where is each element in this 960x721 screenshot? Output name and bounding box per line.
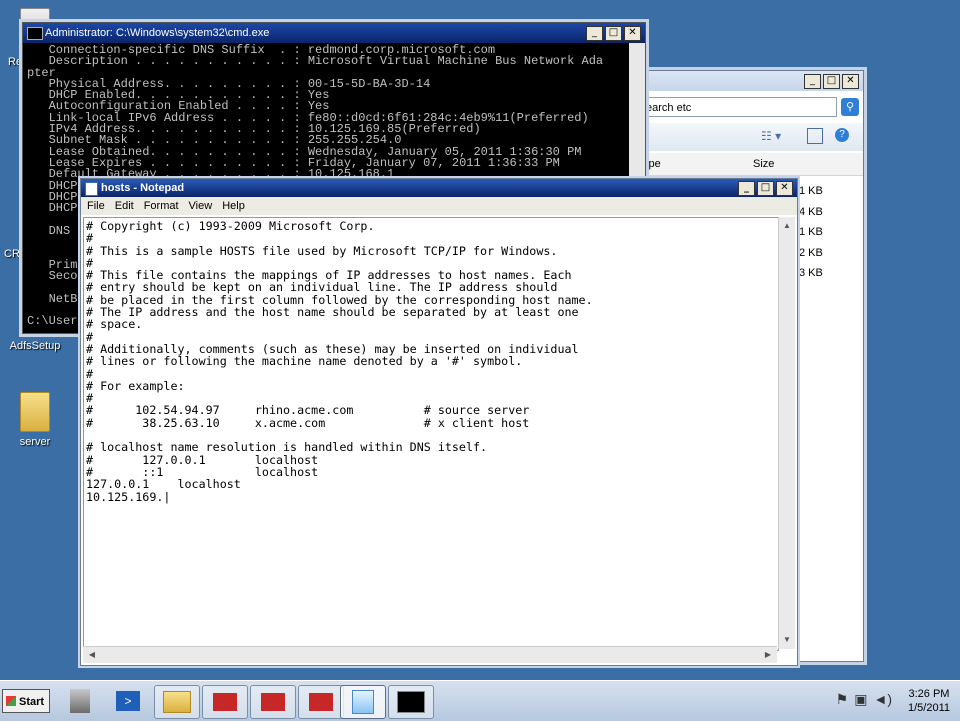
preview-pane-icon[interactable] [807,128,823,144]
file-size: 3 KB [799,267,823,279]
explorer-icon [163,691,191,713]
start-button[interactable]: Start [2,689,50,713]
menu-view[interactable]: View [189,200,213,212]
explorer-titlebar[interactable]: _ □ ✕ [621,71,863,91]
explorer-search-input[interactable]: earch etc [621,97,837,117]
network-icon[interactable]: ▣ [854,691,867,708]
desktop-icon-label: AdfsSetup [9,340,61,352]
taskbar-explorer[interactable] [154,685,200,719]
notepad-vertical-scrollbar[interactable]: ▲ ▼ [778,217,795,649]
scroll-left-icon[interactable]: ◀ [85,648,99,662]
server-manager-icon [70,689,90,713]
taskbar-toolbox-2[interactable] [250,685,296,719]
column-header-size[interactable]: Size [753,158,774,170]
scroll-up-icon[interactable]: ▲ [780,219,794,233]
notepad-icon [352,690,374,714]
menu-help[interactable]: Help [222,200,245,212]
toolbox-icon [309,693,333,711]
notepad-menubar: File Edit Format View Help [81,197,797,215]
notepad-icon [85,182,98,196]
folder-icon [20,392,50,432]
cmd-icon [397,691,425,713]
menu-format[interactable]: Format [144,200,179,212]
taskbar-toolbox-1[interactable] [202,685,248,719]
close-button[interactable]: ✕ [776,181,793,196]
toolbox-icon [261,693,285,711]
close-button[interactable]: ✕ [842,74,859,89]
taskbar-server-manager[interactable] [58,685,102,717]
file-size: 1 KB [799,185,823,197]
explorer-column-headers: ype Size [621,153,863,176]
search-icon[interactable]: ⚲ [841,98,859,116]
powershell-icon: > [116,691,140,711]
scroll-right-icon[interactable]: ▶ [761,648,775,662]
notepad-titlebar[interactable]: hosts - Notepad _ □ ✕ [81,179,797,197]
file-size: 1 KB [799,226,823,238]
cmd-titlebar[interactable]: Administrator: C:\Windows\system32\cmd.e… [23,23,645,43]
file-size: 2 KB [799,247,823,259]
taskbar-notepad[interactable] [340,685,386,719]
cmd-icon [27,27,43,40]
file-size: 4 KB [799,206,823,218]
cmd-title: Administrator: C:\Windows\system32\cmd.e… [45,27,270,39]
taskbar-powershell[interactable]: > [106,685,150,717]
explorer-toolbar: ☷ ▾ ? [621,123,863,151]
notepad-text[interactable]: # Copyright (c) 1993-2009 Microsoft Corp… [84,218,778,503]
minimize-button[interactable]: _ [804,74,821,89]
flag-icon[interactable]: ⚑ [836,691,849,708]
clock[interactable]: 3:26 PM 1/5/2011 [908,687,950,715]
notepad-text-area[interactable]: # Copyright (c) 1993-2009 Microsoft Corp… [83,217,779,651]
notepad-window[interactable]: hosts - Notepad _ □ ✕ File Edit Format V… [80,178,798,666]
taskbar-toolbox-3[interactable] [298,685,344,719]
toolbox-icon [213,693,237,711]
taskbar: Start > ⚑ ▣ ◄) 3:26 PM 1/5/2011 [0,680,960,721]
clock-date: 1/5/2011 [907,702,950,714]
minimize-button[interactable]: _ [738,181,755,196]
maximize-button[interactable]: □ [757,181,774,196]
close-button[interactable]: ✕ [624,26,641,41]
menu-file[interactable]: File [87,200,105,212]
view-options-icon[interactable]: ☷ ▾ [761,129,781,143]
taskbar-cmd[interactable] [388,685,434,719]
maximize-button[interactable]: □ [823,74,840,89]
desktop-icon-server[interactable]: server [0,392,70,448]
minimize-button[interactable]: _ [586,26,603,41]
menu-edit[interactable]: Edit [115,200,134,212]
desktop-icon-label: Re [8,56,23,68]
volume-icon[interactable]: ◄) [873,691,892,708]
system-tray: ⚑ ▣ ◄) [836,691,892,708]
notepad-title: hosts - Notepad [101,182,185,194]
clock-time: 3:26 PM [908,688,950,700]
desktop-icon-label: server [19,436,51,448]
help-icon[interactable]: ? [835,128,849,142]
maximize-button[interactable]: □ [605,26,622,41]
notepad-horizontal-scrollbar[interactable]: ◀ ▶ [83,646,777,663]
scroll-down-icon[interactable]: ▼ [780,633,794,647]
